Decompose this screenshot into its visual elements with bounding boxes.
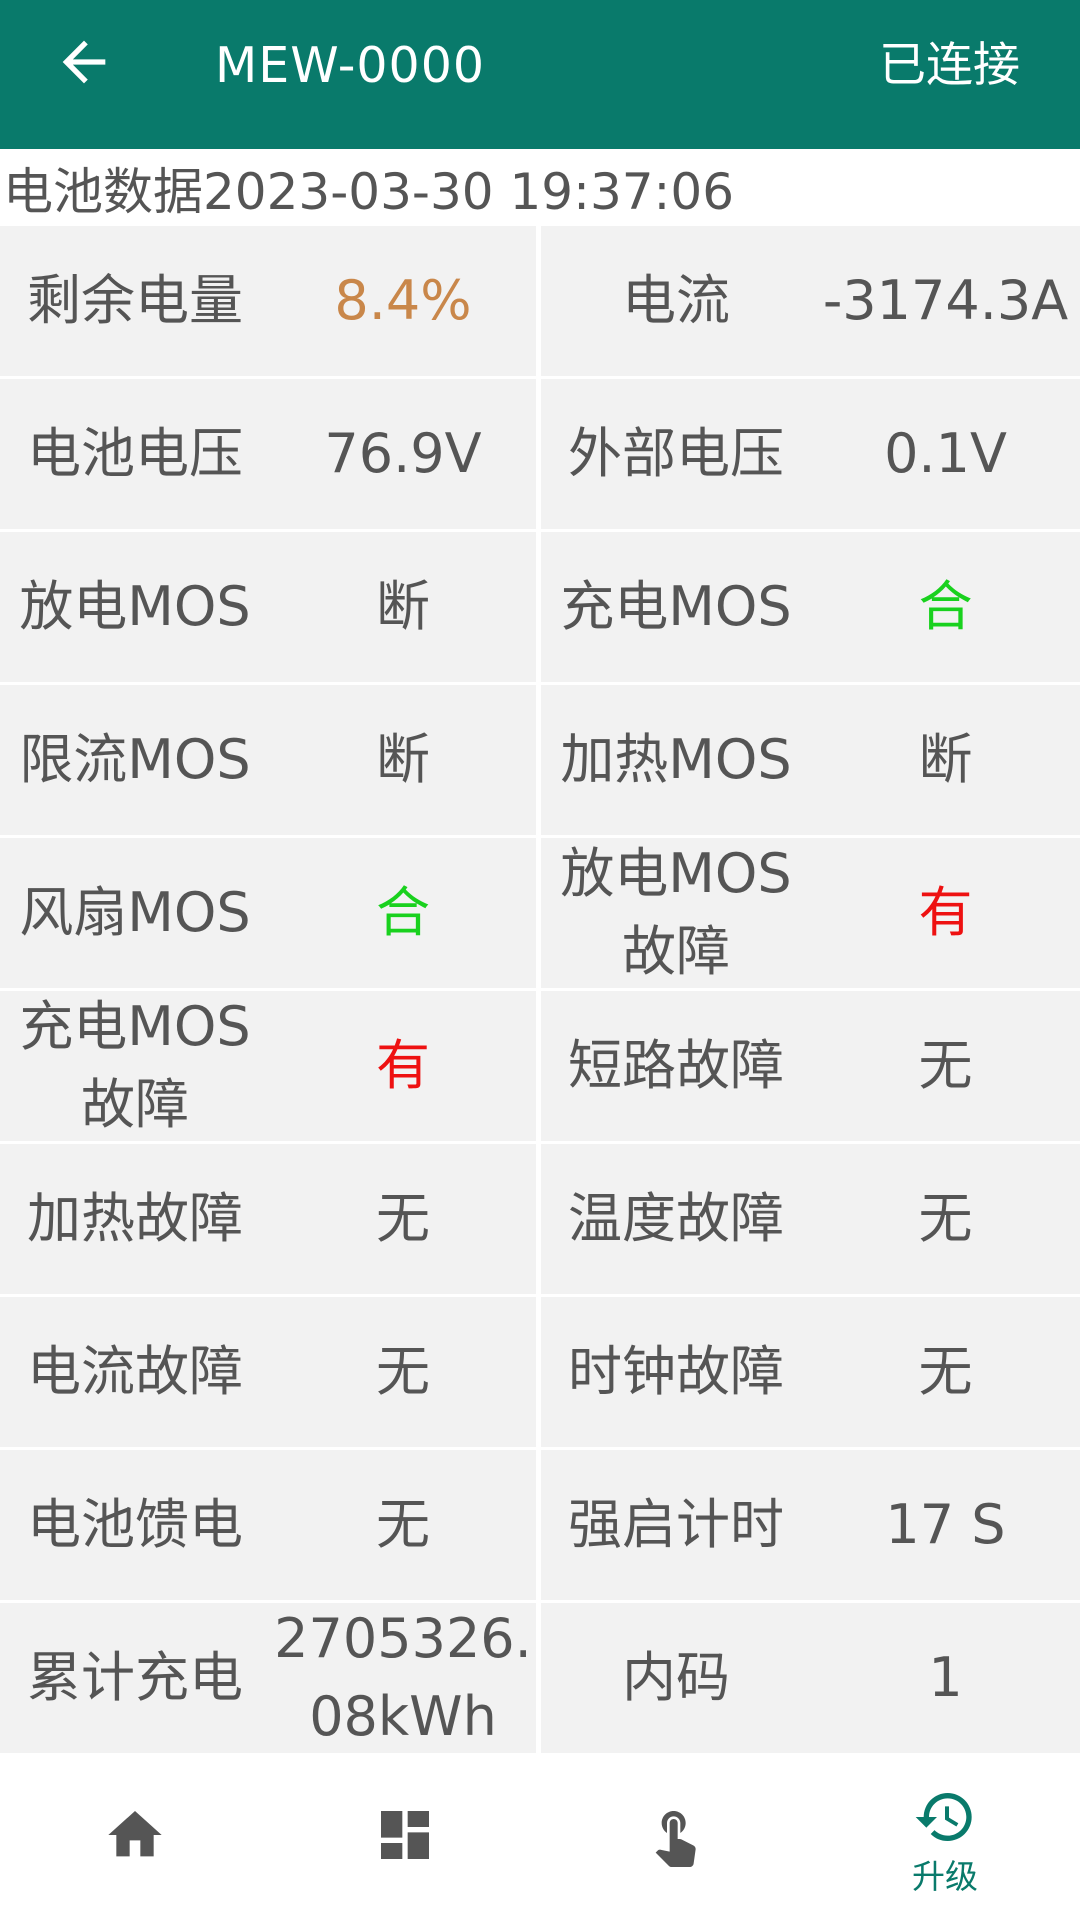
value-short-circuit-fault: 无 (811, 991, 1080, 1141)
nav-upgrade[interactable]: 升级 (810, 1755, 1080, 1920)
value-heating-mos: 断 (811, 685, 1080, 835)
battery-data-timestamp: 电池数据2023-03-30 19:37:06 (3, 163, 735, 221)
label-current-fault: 电流故障 (0, 1297, 270, 1447)
dashboard-icon (381, 1811, 429, 1859)
label-heating-mos: 加热MOS (541, 685, 811, 835)
value-cumulative-charge: 2705326. 08kWh (270, 1603, 536, 1753)
value-battery-voltage: 76.9V (270, 379, 536, 529)
nav-upgrade-label: 升级 (912, 1857, 978, 1896)
label-battery-voltage: 电池电压 (0, 379, 270, 529)
value-external-voltage: 0.1V (811, 379, 1080, 529)
value-current-fault: 无 (270, 1297, 536, 1447)
back-button[interactable] (52, 30, 116, 94)
label-cumulative-charge: 累计充电 (0, 1603, 270, 1753)
data-row: 充电MOS 故障 有 短路故障 无 (0, 991, 1080, 1141)
label-clock-fault: 时钟故障 (541, 1297, 811, 1447)
data-row: 放电MOS 断 充电MOS 合 (0, 532, 1080, 682)
home-icon (108, 1811, 162, 1857)
value-clock-fault: 无 (811, 1297, 1080, 1447)
label-charge-mos-fault: 充电MOS 故障 (0, 991, 270, 1141)
label-battery-depletion: 电池馈电 (0, 1450, 270, 1600)
touch-icon (655, 1811, 696, 1867)
value-internal-code: 1 (811, 1603, 1080, 1753)
value-discharge-mos-fault: 有 (811, 838, 1080, 988)
label-internal-code: 内码 (541, 1603, 811, 1753)
value-charge-mos-fault: 有 (270, 991, 536, 1141)
data-row: 限流MOS 断 加热MOS 断 (0, 685, 1080, 835)
label-fan-mos: 风扇MOS (0, 838, 270, 988)
data-row: 电池电压 76.9V 外部电压 0.1V (0, 379, 1080, 529)
nav-control[interactable] (540, 1755, 810, 1920)
arrow-left-icon (62, 40, 106, 84)
label-charge-mos: 充电MOS (541, 532, 811, 682)
history-upgrade-icon (915, 1793, 972, 1841)
value-charge-mos: 合 (811, 532, 1080, 682)
label-heating-fault: 加热故障 (0, 1144, 270, 1294)
data-row: 电池馈电 无 强启计时 17 S (0, 1450, 1080, 1600)
value-temperature-fault: 无 (811, 1144, 1080, 1294)
nav-dashboard[interactable] (270, 1755, 540, 1920)
bottom-navigation: 升级 (0, 1755, 1080, 1920)
data-row: 剩余电量 8.4% 电流 -3174.3A (0, 226, 1080, 376)
label-short-circuit-fault: 短路故障 (541, 991, 811, 1141)
value-battery-depletion: 无 (270, 1450, 536, 1600)
connection-status[interactable]: 已连接 (879, 36, 1020, 96)
label-discharge-mos: 放电MOS (0, 532, 270, 682)
device-title: MEW-0000 (215, 37, 486, 94)
data-row: 电流故障 无 时钟故障 无 (0, 1297, 1080, 1447)
label-discharge-mos-fault: 放电MOS 故障 (541, 838, 811, 988)
value-current: -3174.3A (811, 226, 1080, 376)
value-discharge-mos: 断 (270, 532, 536, 682)
data-row: 风扇MOS 合 放电MOS 故障 有 (0, 838, 1080, 988)
app-bar: MEW-0000 已连接 (0, 0, 1080, 149)
value-heating-fault: 无 (270, 1144, 536, 1294)
data-row: 加热故障 无 温度故障 无 (0, 1144, 1080, 1294)
value-remaining-capacity: 8.4% (270, 226, 536, 376)
label-force-start-timer: 强启计时 (541, 1450, 811, 1600)
label-temperature-fault: 温度故障 (541, 1144, 811, 1294)
data-row: 累计充电 2705326. 08kWh 内码 1 (0, 1603, 1080, 1753)
label-remaining-capacity: 剩余电量 (0, 226, 270, 376)
value-force-start-timer: 17 S (811, 1450, 1080, 1600)
label-current-limit-mos: 限流MOS (0, 685, 270, 835)
label-external-voltage: 外部电压 (541, 379, 811, 529)
value-current-limit-mos: 断 (270, 685, 536, 835)
nav-home[interactable] (0, 1755, 270, 1920)
value-fan-mos: 合 (270, 838, 536, 988)
label-current: 电流 (541, 226, 811, 376)
